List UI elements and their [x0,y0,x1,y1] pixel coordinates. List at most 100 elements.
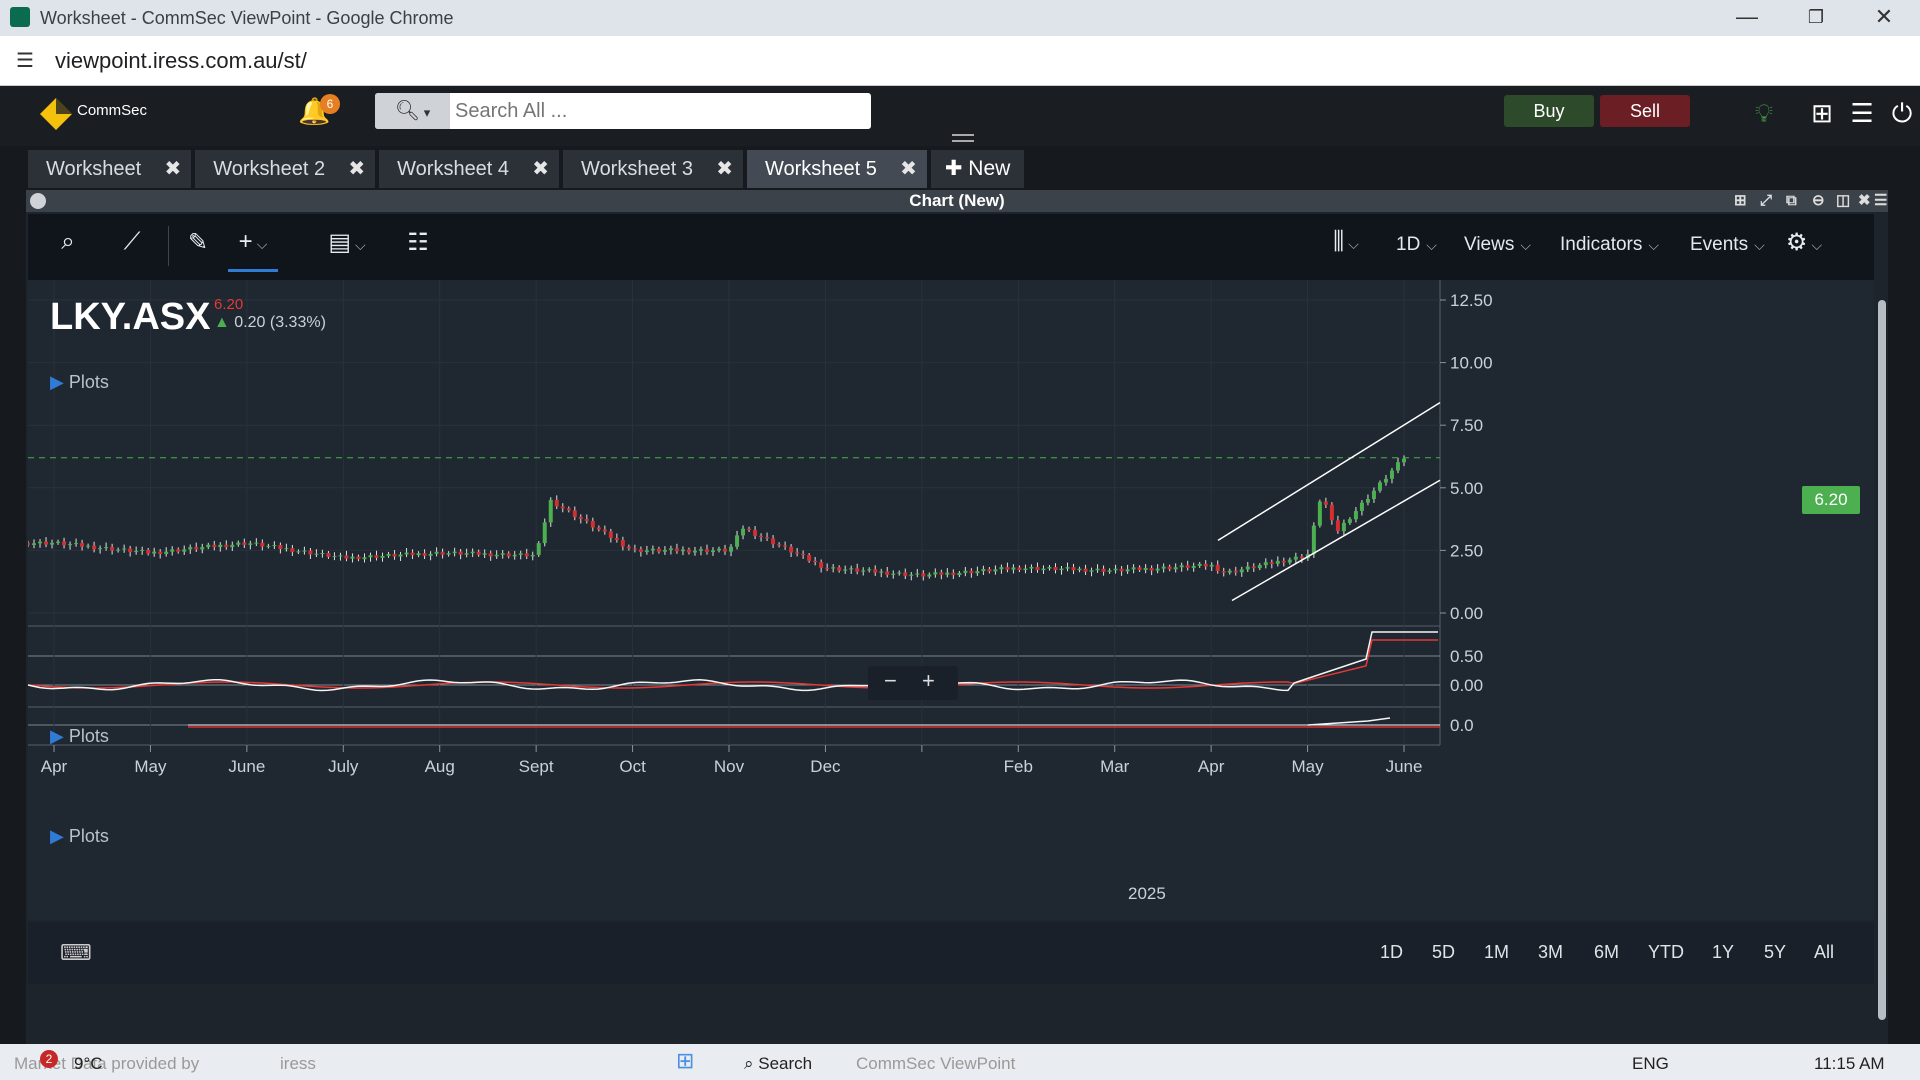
keyboard-icon[interactable]: ⌨ [60,940,100,965]
candle-body [741,528,746,536]
panel-minimize-icon[interactable]: ⊖ [1812,190,1825,212]
y-tick-label: 5.00 [1450,479,1483,498]
range-6m[interactable]: 6M [1594,942,1619,963]
minimize-button[interactable]: — [1727,4,1767,32]
notification-badge: 6 [320,94,340,114]
candle-body [434,551,439,554]
candle-body [1035,567,1040,571]
views-menu[interactable]: Views ⌵ [1464,234,1531,256]
close-tab-icon[interactable]: ✖ [716,150,733,188]
brand-name: CommSec [77,102,148,119]
candle-body [62,541,67,546]
candle-body [765,537,770,539]
events-menu[interactable]: Events ⌵ [1690,234,1765,256]
candle-body [843,569,848,571]
annotation-icon[interactable]: ▤ ⌵ [322,228,372,264]
draw-pencil-icon[interactable]: ✎ [180,228,216,264]
candle-body [572,510,577,517]
candle-body [80,543,85,547]
zoom-in-button[interactable]: + [922,668,935,694]
range-1d[interactable]: 1D [1380,942,1403,963]
interval-selector[interactable]: 1D ⌵ [1396,234,1437,256]
commsec-logo-icon [40,98,72,130]
candle-body [825,567,830,569]
range-1m[interactable]: 1M [1484,942,1509,963]
buy-button[interactable]: Buy [1504,95,1594,127]
candle-body [849,568,854,570]
windows-start-icon[interactable]: ⊞ [676,1048,694,1074]
crosshair-icon[interactable]: + ⌵ [228,228,278,272]
menu-icon[interactable]: ☰ [1846,98,1878,130]
address-bar: ☰ viewpoint.iress.com.au/st/ [0,36,1920,86]
plots-toggle-1[interactable]: ▶ Plots [50,372,109,393]
tab-worksheet-5[interactable]: Worksheet 5 ✖ [746,150,927,188]
y-tick-label: 10.00 [1450,354,1493,373]
panel-add-icon[interactable]: ⊞ [1734,190,1747,212]
panel-expand-icon[interactable]: ⤢ [1760,190,1772,212]
chart-type-candle-icon[interactable]: ⫼ ⌵ [1320,228,1372,264]
range-5d[interactable]: 5D [1432,942,1455,963]
plots-toggle-3[interactable]: ▶ Plots [50,826,109,847]
tab-worksheet-3[interactable]: Worksheet 3 ✖ [563,150,743,188]
search-dropdown-button[interactable]: 🔍︎ ▾ [375,93,450,129]
tab-worksheet-2[interactable]: Worksheet 2 ✖ [195,150,376,188]
new-tab-button[interactable]: ✚ New [930,150,1025,188]
add-icon[interactable]: ⊞ [1806,98,1838,130]
candle-body [939,572,944,575]
taskbar-search-text: Search [758,1054,813,1073]
x-tick-label: Mar [1100,757,1130,776]
candle-body [668,548,673,550]
candle-body [1341,522,1346,532]
candle-body [686,549,691,553]
candle-body [206,544,211,548]
close-tab-icon[interactable]: ✖ [532,150,549,188]
notifications-button[interactable]: 🔔 6 [298,94,340,132]
panel-scrollbar[interactable] [1878,300,1886,1020]
range-all[interactable]: All [1814,942,1834,963]
language-indicator[interactable]: ENG [1632,1054,1669,1074]
candle-body [1251,566,1256,569]
collapse-handle[interactable] [952,134,974,142]
panel-menu-icon[interactable]: ☰ [1874,190,1887,212]
search-input[interactable] [455,96,855,126]
panel-popout-icon[interactable]: ⧉ [1786,190,1797,212]
panel-link-icon[interactable] [30,193,46,209]
url-text[interactable]: viewpoint.iress.com.au/st/ [55,48,307,74]
candle-body [68,544,73,546]
plots-toggle-2[interactable]: ▶ Plots [50,726,109,747]
price-chart[interactable]: 12.50 10.00 7.50 5.00 2.50 0.00 0.50 0.00 0.0 Ap… [26,280,1874,920]
range-3m[interactable]: 3M [1538,942,1563,963]
panel-split-icon[interactable]: ◫ [1836,190,1850,212]
trend-line-icon[interactable]: ⟋ [112,228,152,264]
x-tick-label: Apr [41,757,68,776]
sell-button[interactable]: Sell [1600,95,1690,127]
panel-close-icon[interactable]: ✖ [1858,190,1871,212]
lightbulb-icon[interactable]: 💡︎ [1748,98,1780,130]
close-tab-icon[interactable]: ✖ [348,150,365,188]
restore-button[interactable]: ❐ [1796,7,1836,35]
table-view-icon[interactable]: ☷ [400,228,436,264]
plots-label: Plots [68,372,109,392]
clock[interactable]: 11:15 AM [1814,1054,1885,1074]
indicators-menu[interactable]: Indicators ⌵ [1560,234,1659,256]
power-icon[interactable]: ⏻ [1886,98,1918,130]
close-tab-icon[interactable]: ✖ [164,150,181,188]
tab-worksheet-4[interactable]: Worksheet 4 ✖ [379,150,560,188]
close-tab-icon[interactable]: ✖ [900,150,917,188]
search-icon: 🔍︎ [394,100,421,122]
settings-gear-icon[interactable]: ⚙ ⌵ [1780,228,1828,264]
candle-body [380,555,385,558]
range-ytd[interactable]: YTD [1648,942,1684,963]
range-1y[interactable]: 1Y [1712,942,1734,963]
taskbar-search[interactable]: ⌕ Search [744,1054,812,1074]
close-window-button[interactable]: ✕ [1864,4,1904,32]
zoom-out-button[interactable]: − [884,668,897,694]
range-5y[interactable]: 5Y [1764,942,1786,963]
weather-text[interactable]: 9°C [74,1054,103,1074]
candle-body [110,547,115,551]
chart-svg[interactable]: 12.50 10.00 7.50 5.00 2.50 0.00 0.50 0.00 0.0 Ap… [26,280,1874,920]
tab-worksheet[interactable]: Worksheet ✖ [28,150,192,188]
tab-label: Worksheet 5 [764,158,877,180]
zoom-search-icon[interactable]: ⌕ [50,228,86,264]
site-info-icon[interactable]: ☰ [12,48,38,74]
